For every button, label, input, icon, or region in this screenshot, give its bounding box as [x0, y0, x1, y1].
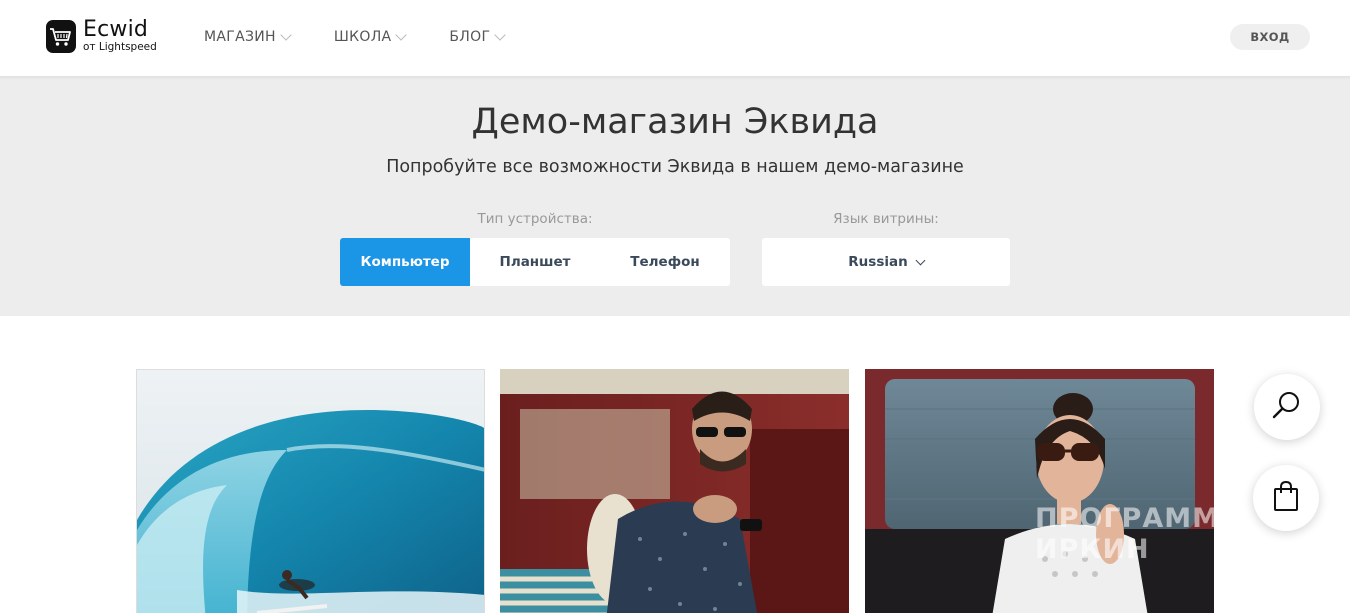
chevron-down-icon: [395, 28, 408, 41]
logo-name: Ecwid: [83, 16, 149, 42]
page-subtitle: Попробуйте все возможности Эквида в наше…: [386, 157, 964, 177]
logo-subtitle: от Lightspeed: [83, 40, 157, 53]
woman-sunglasses-car-image: [865, 369, 1214, 613]
nav-item-blog[interactable]: БЛОГ: [449, 27, 506, 47]
man-sunglasses-van-image: [500, 369, 849, 613]
nav-item-school[interactable]: ШКОЛА: [333, 27, 408, 47]
chevron-down-icon: [915, 255, 926, 265]
product-card-shirt[interactable]: [500, 369, 849, 613]
cart-logo-icon: [46, 20, 76, 53]
demo-hero: Демо-магазин Эквида Попробуйте все возмо…: [0, 77, 1350, 316]
device-desktop-button[interactable]: Компьютер: [340, 238, 470, 286]
search-button[interactable]: [1254, 374, 1320, 440]
ecwid-logo[interactable]: Ecwid от Lightspeed: [46, 16, 157, 53]
product-card-surf[interactable]: [136, 369, 485, 613]
nav-item-label: МАГАЗИН: [204, 29, 276, 45]
device-phone-button[interactable]: Телефон: [600, 238, 730, 286]
cart-button[interactable]: [1253, 465, 1319, 531]
device-type-label: Тип устройства:: [477, 211, 593, 227]
page-title: Демо-магазин Эквида: [471, 102, 879, 142]
nav-item-label: БЛОГ: [449, 29, 491, 45]
login-button[interactable]: ВХОД: [1230, 24, 1310, 50]
nav-item-label: ШКОЛА: [333, 29, 392, 45]
chevron-down-icon: [280, 28, 292, 41]
surfer-wave-image: [137, 370, 484, 613]
device-type-switcher: Компьютер Планшет Телефон: [340, 238, 730, 286]
product-card-sunglasses[interactable]: [865, 369, 1214, 613]
shopping-bag-icon: [1271, 480, 1301, 517]
device-tablet-button[interactable]: Планшет: [470, 238, 600, 286]
main-nav: МАГАЗИН ШКОЛА БЛОГ: [204, 27, 548, 47]
language-select[interactable]: Russian: [762, 238, 1010, 286]
chevron-down-icon: [494, 28, 506, 41]
top-header: Ecwid от Lightspeed МАГАЗИН ШКОЛА БЛОГ В…: [0, 0, 1350, 77]
search-icon: [1271, 389, 1303, 426]
storefront-language-label: Язык витрины:: [833, 211, 939, 227]
language-select-value: Russian: [848, 254, 908, 270]
nav-item-store[interactable]: МАГАЗИН: [204, 27, 292, 47]
